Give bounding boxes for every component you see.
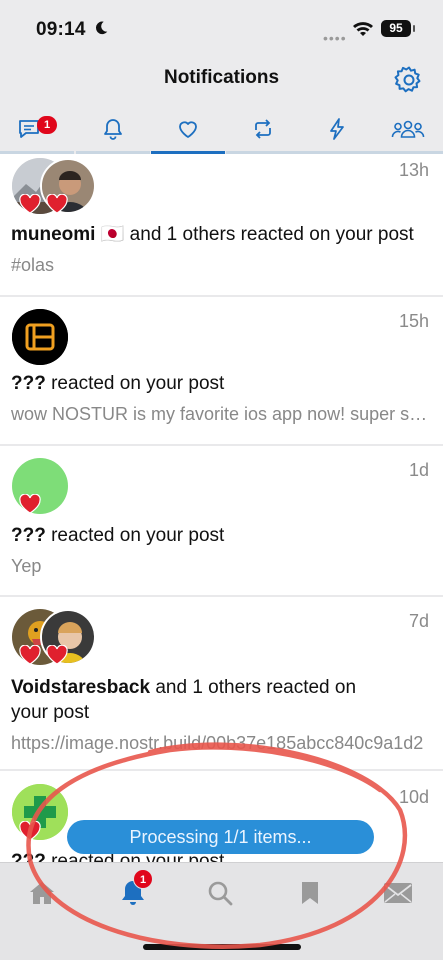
- notification-text: ??? reacted on your post: [11, 523, 429, 548]
- heart-icon: [46, 194, 68, 214]
- notification-preview: Yep: [11, 556, 42, 576]
- notification-item[interactable]: 1d ??? reacted on your post Yep: [0, 446, 443, 595]
- notification-preview: #olas: [11, 255, 55, 275]
- heart-icon: [19, 645, 41, 665]
- heart-icon: [19, 821, 41, 841]
- avatar[interactable]: [12, 309, 68, 365]
- bolt-icon: [330, 118, 344, 140]
- notification-time: 15h: [398, 311, 429, 331]
- notification-action: reacted on your post: [45, 373, 225, 394]
- tab-zaps[interactable]: [300, 104, 374, 154]
- notification-time: 10d: [398, 787, 429, 807]
- status-time: 09:14: [36, 19, 86, 40]
- tab-posts[interactable]: 1: [0, 104, 74, 154]
- notification-text: muneomi 🇯🇵 and 1 others reacted on your …: [11, 222, 429, 247]
- notification-preview: https://image.nostr.build/00b37e185abcc8…: [11, 733, 424, 753]
- notification-feed[interactable]: 13h muneomi 🇯🇵 and 1 others reacted on y…: [0, 154, 443, 862]
- tab-mentions[interactable]: [76, 104, 150, 154]
- tab-reactions[interactable]: [151, 104, 225, 154]
- notification-item[interactable]: 15h ??? reacted on your post wow NOSTUR …: [0, 297, 443, 444]
- notification-time: 13h: [398, 160, 429, 180]
- notification-user[interactable]: Voidstaresback: [11, 677, 150, 698]
- notification-text: Voidstaresback and 1 others reacted on y…: [11, 675, 373, 725]
- notification-action: and 1 others reacted on your post: [124, 224, 414, 245]
- search-icon: [208, 881, 233, 906]
- heart-icon: [19, 494, 41, 514]
- tab-badge: 1: [37, 116, 57, 134]
- repost-icon: [255, 119, 271, 139]
- mail-icon: [384, 883, 412, 903]
- notification-item[interactable]: 7d Voidstaresback and 1 others reacted o…: [0, 597, 443, 769]
- tabbar-messages[interactable]: [378, 873, 418, 913]
- tab-followers[interactable]: [373, 104, 443, 154]
- heart-icon: [46, 645, 68, 665]
- notification-user[interactable]: ???: [11, 525, 46, 546]
- gear-icon[interactable]: [393, 64, 425, 96]
- notification-badge: 1: [133, 869, 153, 889]
- battery-indicator: 95: [381, 20, 415, 37]
- people-icon: [391, 120, 425, 138]
- status-bar: 09:14 •••• 95: [0, 0, 443, 58]
- flag: 🇯🇵: [100, 224, 125, 245]
- heart-icon: [179, 121, 197, 138]
- bookmark-icon: [302, 882, 318, 904]
- processing-toast: Processing 1/1 items...: [67, 820, 374, 854]
- notification-user[interactable]: ???: [11, 373, 46, 394]
- wifi-icon: [353, 22, 373, 36]
- signal-dots: ••••: [323, 30, 347, 46]
- notification-preview: wow NOSTUR is my favorite ios app now! s…: [11, 404, 429, 424]
- notification-action: reacted on your post: [45, 525, 225, 546]
- home-indicator: [143, 944, 301, 950]
- nav-bar: Notifications: [0, 58, 443, 104]
- notification-tabs: 1: [0, 104, 443, 154]
- tab-reposts[interactable]: [226, 104, 300, 154]
- tabbar-home[interactable]: [22, 873, 62, 913]
- home-icon: [30, 882, 54, 904]
- notification-user[interactable]: ???: [11, 851, 46, 862]
- heart-icon: [19, 194, 41, 214]
- bell-icon: [104, 119, 122, 140]
- notification-time: 1d: [408, 460, 429, 480]
- page-title: Notifications: [163, 67, 280, 88]
- notification-time: 7d: [408, 611, 429, 631]
- notification-text: ??? reacted on your post: [11, 371, 429, 396]
- tabbar-notifications[interactable]: 1: [113, 869, 153, 913]
- moon-icon: [95, 21, 108, 35]
- notification-item[interactable]: 13h muneomi 🇯🇵 and 1 others reacted on y…: [0, 154, 443, 295]
- tabbar-bookmarks[interactable]: [290, 873, 330, 913]
- tabbar-search[interactable]: [200, 873, 240, 913]
- notification-user[interactable]: muneomi: [11, 224, 95, 245]
